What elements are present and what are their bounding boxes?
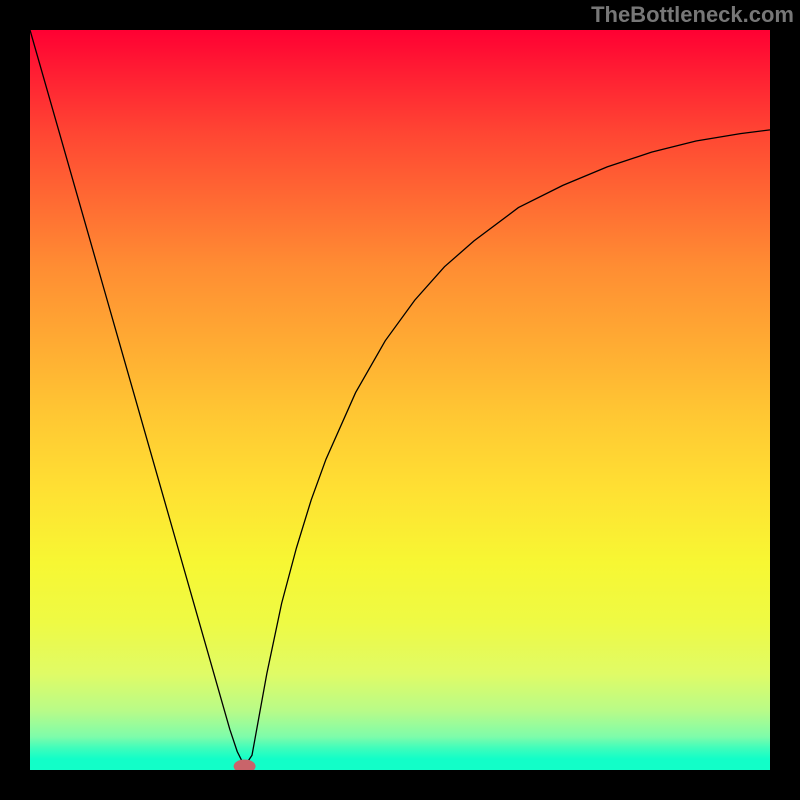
plot-area — [30, 30, 770, 770]
chart-container: TheBottleneck.com — [0, 0, 800, 800]
bottleneck-curve — [30, 30, 770, 766]
minimum-marker — [234, 760, 256, 771]
plot-svg — [30, 30, 770, 770]
watermark-text: TheBottleneck.com — [591, 4, 794, 26]
